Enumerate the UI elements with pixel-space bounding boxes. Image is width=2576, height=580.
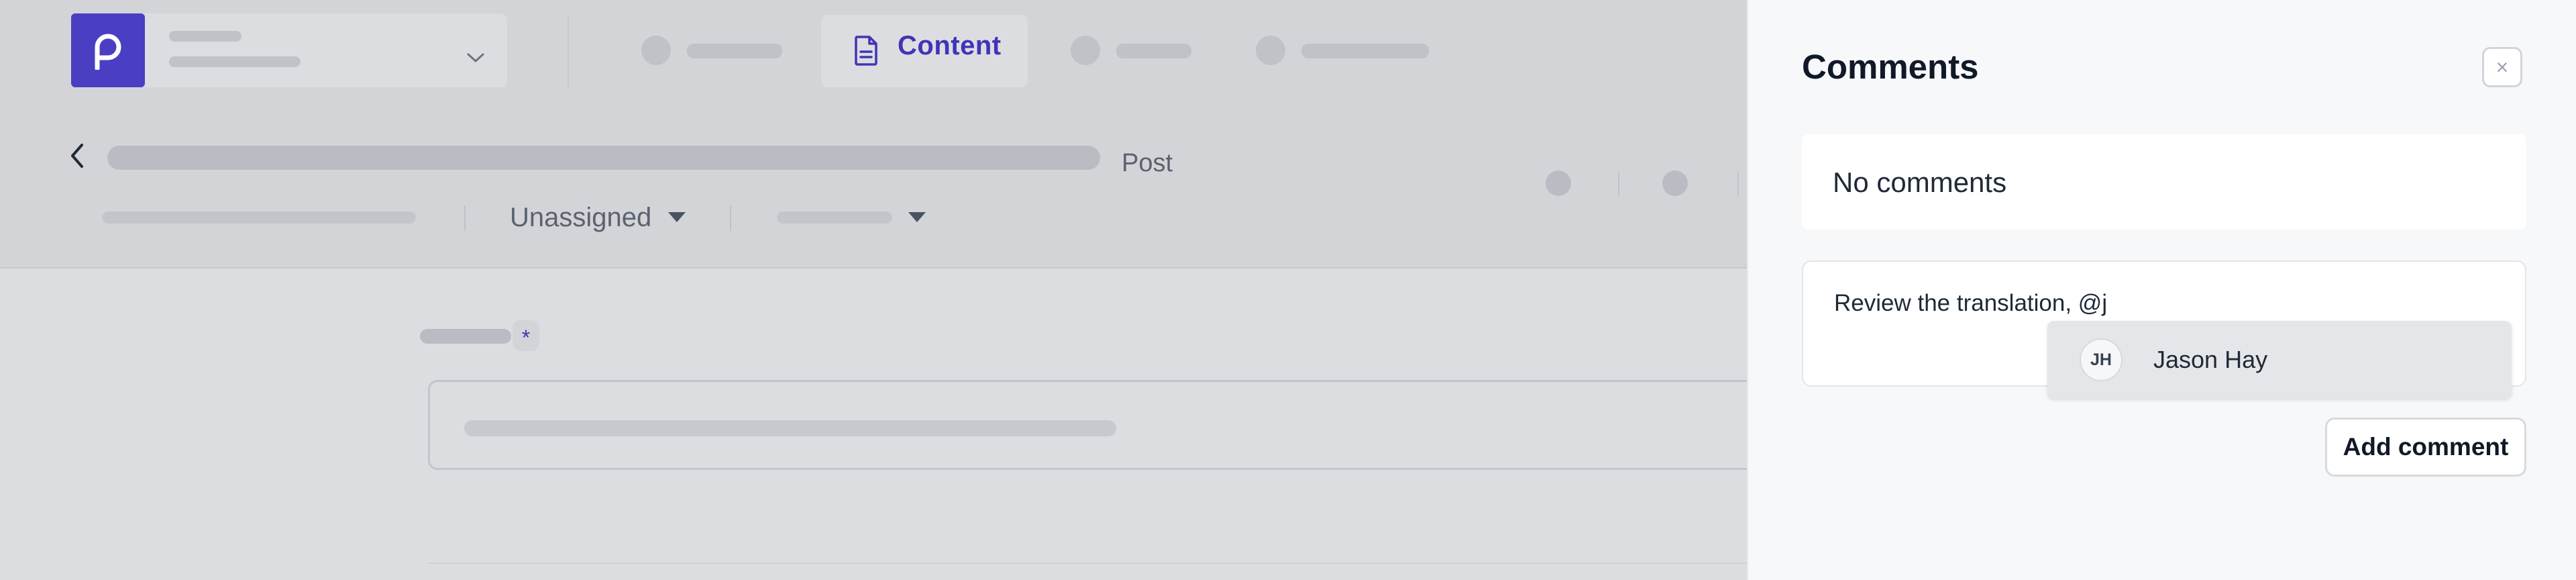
document-title-placeholder (107, 146, 1100, 170)
nav-item-label-placeholder[interactable] (1301, 44, 1429, 58)
nav-tab-content-label: Content (898, 31, 1002, 60)
nav-item-label-placeholder[interactable] (1116, 44, 1191, 58)
app-logo[interactable] (71, 13, 145, 87)
chevron-down-icon (467, 53, 484, 62)
header-action-divider (1618, 172, 1619, 196)
avatar: JH (2080, 338, 2123, 381)
back-arrow-icon[interactable] (66, 141, 89, 171)
caret-down-icon (668, 212, 686, 222)
comment-draft-text: Review the translation, @j (1834, 290, 2108, 316)
workspace-switcher[interactable] (145, 13, 507, 87)
field-label-placeholder (420, 329, 511, 344)
meta-divider (464, 205, 466, 231)
workspace-subtitle-placeholder (169, 56, 301, 67)
meta-placeholder (102, 211, 416, 224)
section-divider (428, 563, 1747, 564)
p-logo-icon (95, 34, 121, 70)
close-icon: × (2496, 55, 2509, 79)
background-app: Content Post Unassigned * (0, 0, 1841, 580)
content-type-label: Post (1122, 149, 1173, 177)
add-comment-button[interactable]: Add comment (2325, 418, 2526, 477)
workspace-name-placeholder (169, 31, 241, 42)
header-action-icon-placeholder[interactable] (1546, 171, 1571, 196)
caret-down-icon (908, 212, 926, 222)
document-header (0, 102, 1747, 269)
title-field-value-placeholder (464, 420, 1116, 436)
drawer-title: Comments (1802, 48, 1979, 86)
nav-item-icon-placeholder[interactable] (1256, 36, 1285, 65)
header-action-divider (1737, 172, 1739, 196)
status-dropdown-placeholder[interactable] (777, 211, 892, 224)
empty-state-text: No comments (1833, 166, 2007, 198)
mention-user-name: Jason Hay (2153, 346, 2268, 373)
assignee-dropdown[interactable]: Unassigned (510, 203, 651, 233)
nav-item-icon-placeholder[interactable] (1071, 36, 1100, 65)
header-action-icon-placeholder[interactable] (1662, 171, 1688, 196)
comments-drawer: Comments × No comments Review the transl… (1747, 0, 2576, 580)
nav-item-icon-placeholder[interactable] (641, 36, 671, 65)
meta-divider (730, 205, 731, 231)
top-navigation-bar: Content (0, 0, 1747, 102)
nav-divider (568, 16, 569, 87)
mention-suggestion[interactable]: JH Jason Hay (2047, 321, 2512, 399)
comments-list: No comments (1802, 134, 2526, 230)
add-comment-button-label: Add comment (2343, 433, 2509, 461)
document-icon (855, 36, 877, 66)
nav-item-label-placeholder[interactable] (687, 44, 782, 58)
close-button[interactable]: × (2482, 47, 2522, 87)
required-marker: * (513, 320, 539, 351)
